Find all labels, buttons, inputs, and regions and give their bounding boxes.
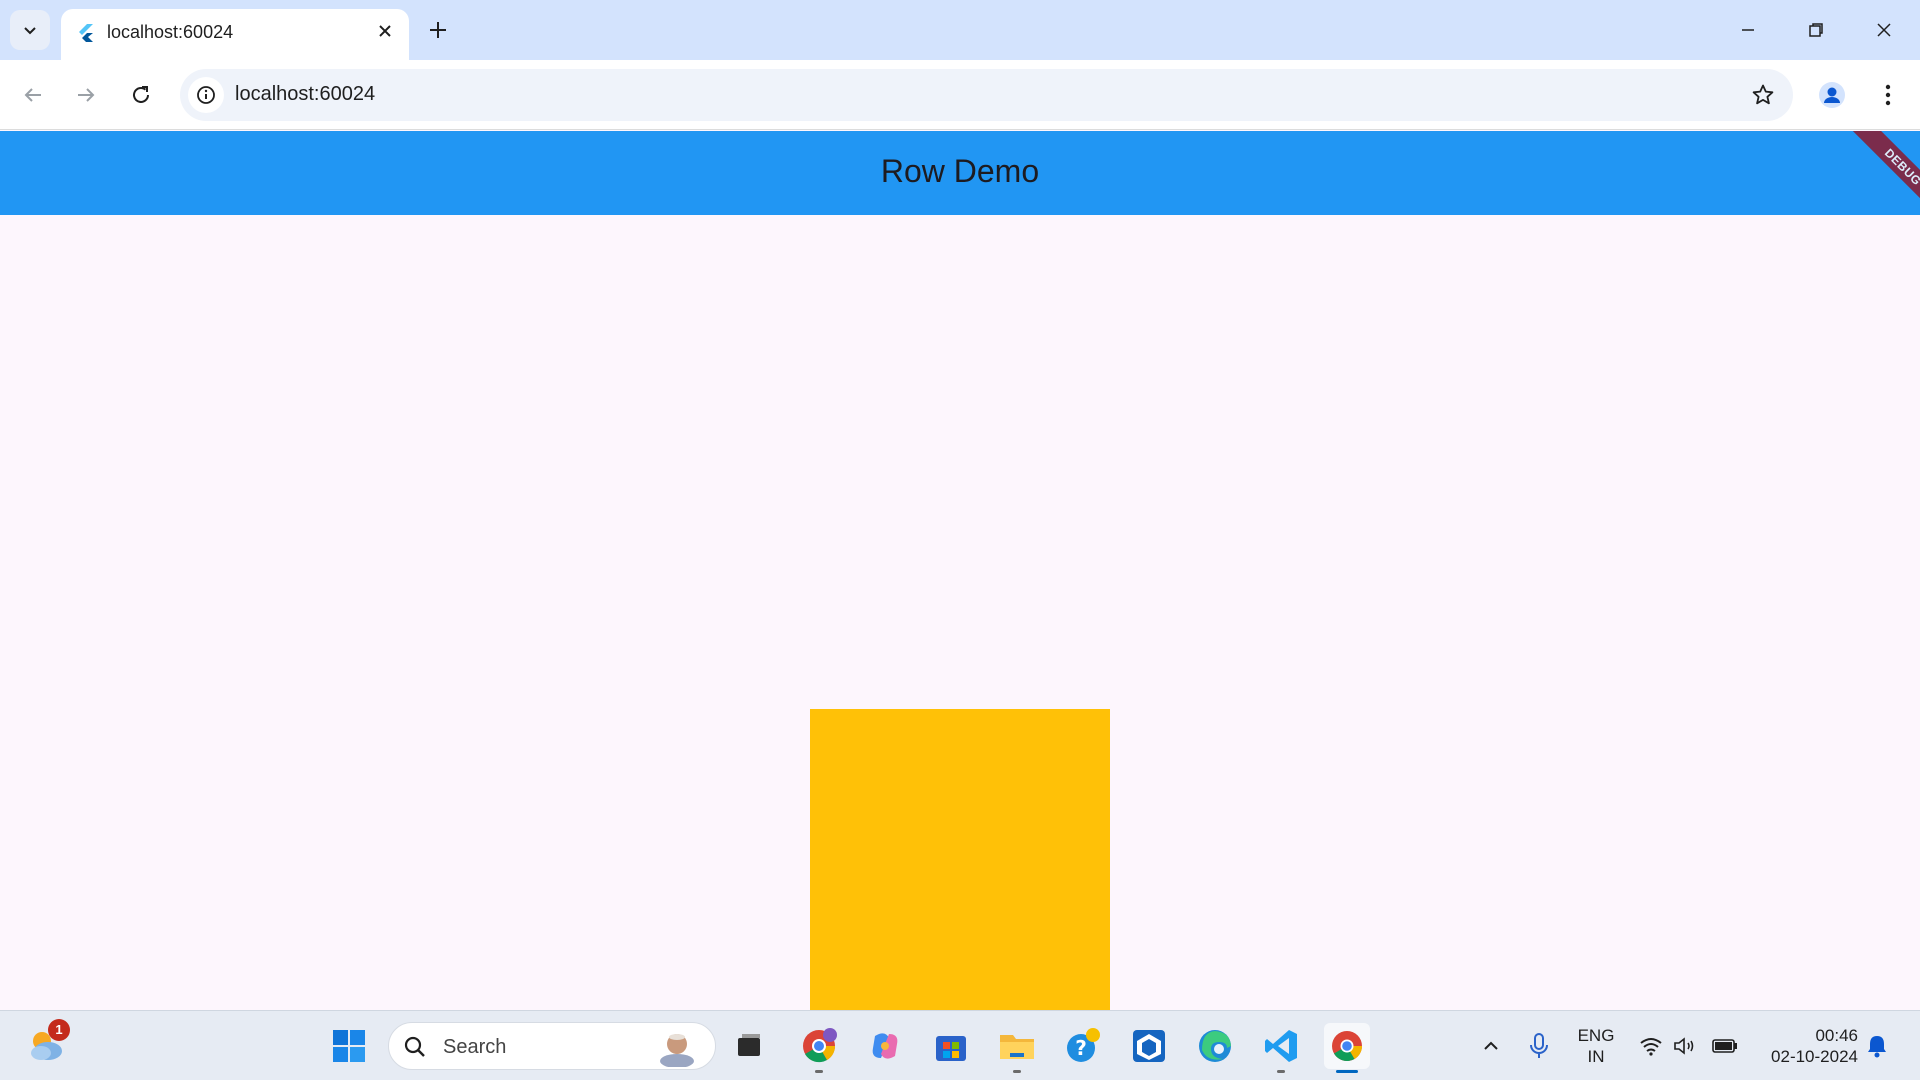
restore-icon: [1809, 23, 1823, 37]
site-info-button[interactable]: [188, 77, 224, 113]
start-button[interactable]: [326, 1023, 372, 1069]
close-tab-button[interactable]: [371, 17, 399, 45]
task-view-button[interactable]: [726, 1023, 772, 1069]
chrome-icon: [803, 1028, 837, 1063]
taskbar-search[interactable]: Search: [388, 1022, 716, 1070]
bell-icon: [1868, 1036, 1886, 1058]
back-button[interactable]: [13, 75, 53, 115]
taskbar: 1 Search ? ENG IN 00:46 02-10-2024: [0, 1010, 1920, 1080]
tab-strip: localhost:60024: [0, 0, 1920, 60]
battery-button[interactable]: [1712, 1033, 1738, 1059]
arrow-right-icon: [78, 88, 95, 102]
help-icon: ?: [1067, 1028, 1100, 1062]
language-code: ENG: [1577, 1026, 1615, 1045]
taskbar-chrome-profile[interactable]: [796, 1023, 842, 1073]
forward-button[interactable]: [66, 75, 106, 115]
folder-icon: [1000, 1035, 1034, 1059]
task-view-icon: [738, 1034, 760, 1056]
url-text[interactable]: localhost:60024: [235, 83, 375, 106]
battery-icon: [1712, 1039, 1737, 1053]
close-icon: [379, 25, 391, 37]
microphone-button[interactable]: [1526, 1033, 1552, 1059]
notification-badge: 1: [48, 1019, 70, 1041]
arrow-left-icon: [24, 88, 41, 102]
chrome-icon: [1332, 1031, 1362, 1062]
taskbar-store[interactable]: [928, 1023, 974, 1069]
taskbar-copilot[interactable]: [862, 1023, 908, 1069]
volume-icon: [1674, 1037, 1694, 1055]
network-button[interactable]: [1638, 1033, 1664, 1059]
search-icon: [404, 1036, 425, 1057]
taskbar-edge[interactable]: [1192, 1023, 1238, 1069]
copilot-icon: [872, 1033, 898, 1059]
vscode-icon: [1265, 1030, 1297, 1062]
running-indicator: [1277, 1070, 1285, 1073]
plus-icon: [430, 22, 446, 38]
wifi-icon: [1640, 1038, 1662, 1056]
app-bar: Row Demo: [0, 131, 1920, 215]
taskbar-app[interactable]: [1126, 1023, 1172, 1069]
kebab-menu-icon: [1885, 84, 1891, 106]
star-icon: [1752, 84, 1774, 105]
taskbar-chrome[interactable]: [1324, 1023, 1370, 1073]
info-icon: [197, 86, 215, 104]
browser-menu-button[interactable]: [1868, 75, 1908, 115]
edge-icon: [1199, 1030, 1231, 1062]
restore-button[interactable]: [1788, 8, 1844, 52]
running-indicator: [815, 1070, 823, 1073]
chevron-down-icon: [24, 27, 36, 35]
taskbar-vscode[interactable]: [1258, 1023, 1304, 1073]
search-highlight-icon: [660, 1034, 694, 1067]
reload-button[interactable]: [121, 75, 161, 115]
browser-toolbar: localhost:60024: [0, 60, 1920, 130]
close-icon: [1877, 23, 1891, 37]
app-body: [0, 215, 1920, 1010]
clock-time: 00:46: [1815, 1026, 1858, 1045]
tab-title: localhost:60024: [107, 22, 234, 42]
volume-button[interactable]: [1672, 1033, 1698, 1059]
svg-text:?: ?: [1075, 1036, 1087, 1060]
address-bar[interactable]: localhost:60024: [180, 69, 1793, 121]
profile-icon: [1819, 82, 1845, 108]
microphone-icon: [1530, 1033, 1548, 1058]
minimize-icon: [1742, 29, 1754, 31]
clock-date: 02-10-2024: [1771, 1047, 1858, 1066]
active-tab[interactable]: localhost:60024: [61, 9, 409, 60]
flutter-icon: [79, 24, 93, 42]
profile-button[interactable]: [1812, 75, 1852, 115]
close-window-button[interactable]: [1856, 8, 1912, 52]
clock[interactable]: 00:46 02-10-2024: [1748, 1025, 1858, 1067]
page-title: Row Demo: [880, 153, 1040, 189]
new-tab-button[interactable]: [420, 12, 456, 48]
taskbar-get-help[interactable]: ?: [1060, 1023, 1106, 1069]
windows-start-icon: [333, 1030, 365, 1062]
show-hidden-icons-button[interactable]: [1478, 1033, 1504, 1059]
tab-search-button[interactable]: [10, 10, 50, 50]
language-region: IN: [1587, 1047, 1605, 1066]
search-placeholder: Search: [443, 1036, 507, 1058]
input-language[interactable]: ENG IN: [1574, 1025, 1618, 1067]
taskbar-file-explorer[interactable]: [994, 1023, 1040, 1073]
active-indicator: [1336, 1070, 1358, 1073]
reload-icon: [133, 86, 149, 103]
bookmark-button[interactable]: [1747, 79, 1779, 111]
running-indicator: [1013, 1070, 1021, 1073]
chevron-up-icon: [1484, 1041, 1498, 1050]
store-icon: [936, 1036, 966, 1061]
minimize-button[interactable]: [1720, 8, 1776, 52]
notifications-button[interactable]: [1864, 1033, 1890, 1059]
app-icon: [1133, 1030, 1165, 1062]
amber-container: [810, 709, 1110, 1010]
